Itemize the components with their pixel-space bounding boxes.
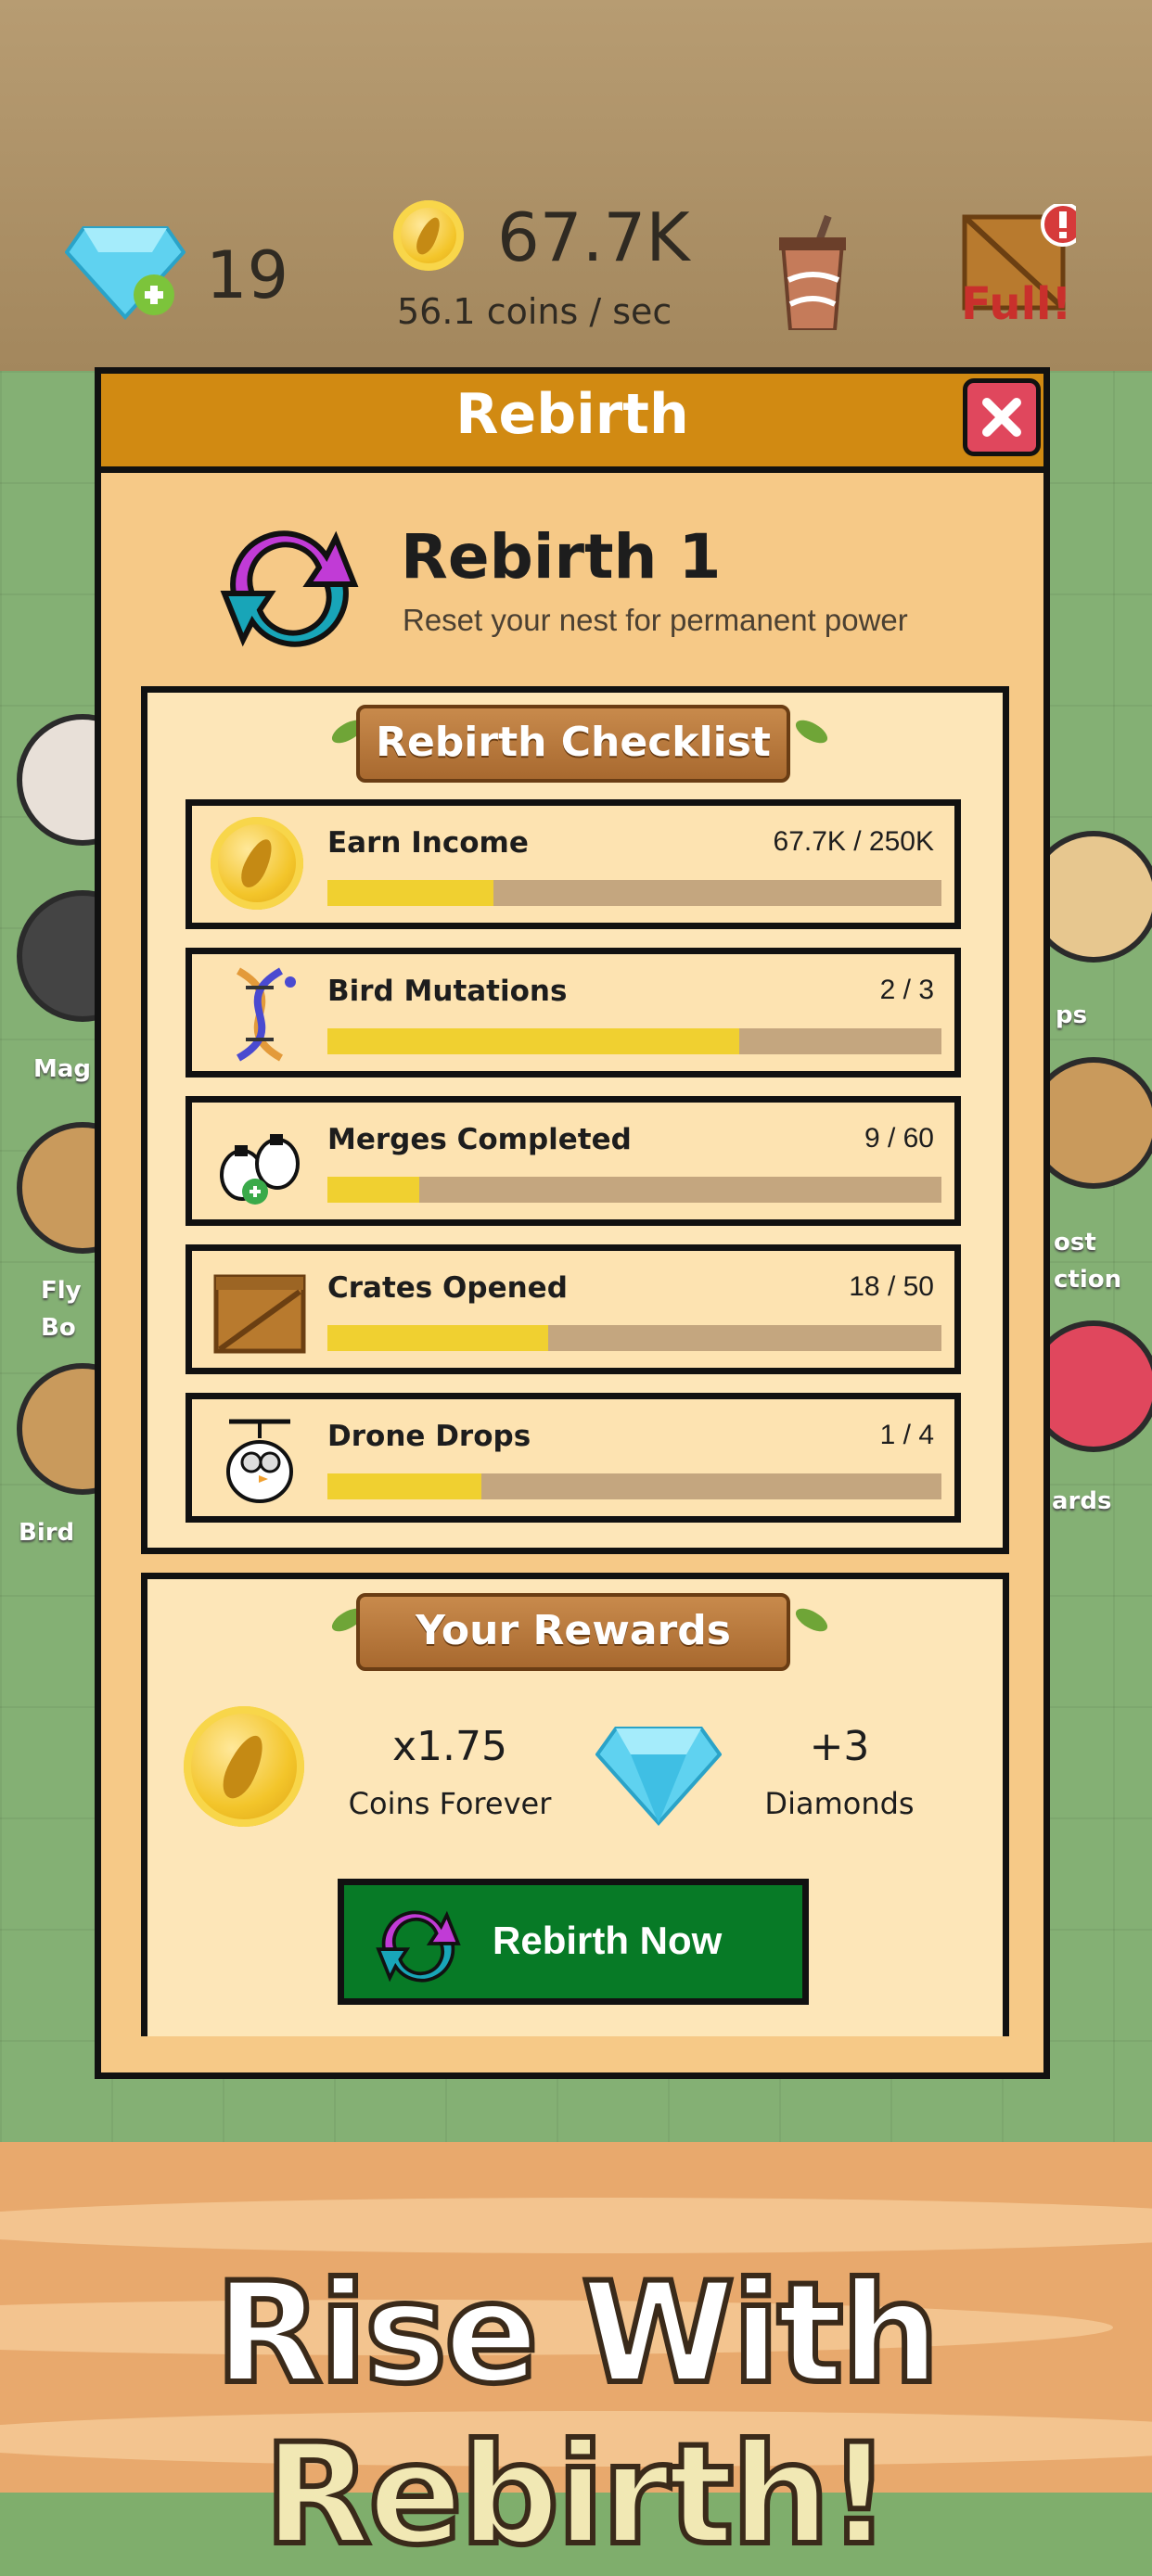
rebirth-subtitle: Reset your nest for permanent power [403,603,908,637]
side-label-bird: Bird [19,1519,75,1547]
rebirth-now-label: Rebirth Now [493,1919,723,1962]
coin-icon [211,817,309,915]
side-label-magnet: Mag [33,1055,92,1083]
tagline-part2: Rebirth! [262,2412,894,2576]
close-button[interactable] [963,378,1041,456]
checklist-row: Bird Mutations 2 / 3 [186,948,961,1078]
diamonds-amount: +3 [809,1723,870,1770]
checklist-item-label: Crates Opened [327,1271,568,1305]
rebirth-icon [215,519,364,649]
diamond-icon [64,219,186,321]
drink-icon[interactable] [777,214,848,332]
checklist-item-value: 1 / 4 [879,1420,934,1450]
diamonds-label: Diamonds [764,1786,915,1821]
diamond-count: 19 [206,237,289,313]
checklist-row: Merges Completed 9 / 60 [186,1096,961,1226]
coins-multiplier: x1.75 [391,1723,507,1770]
checklist-row: Earn Income 67.7K / 250K [186,799,961,929]
progress-fill [327,1028,739,1054]
merge-birds-icon [211,1114,309,1212]
drone-bird-icon [211,1410,309,1509]
checklist-item-label: Drone Drops [327,1420,531,1453]
side-label-rewards: ards [1052,1487,1112,1515]
progress-bar [327,1177,941,1203]
progress-bar [327,1473,941,1499]
progress-fill [327,880,493,906]
coins-forever-label: Coins Forever [348,1786,552,1821]
panel-title: Rebirth [455,382,689,447]
coin-reward-icon [184,1706,304,1827]
coin-icon [393,200,464,271]
promo-tagline: Rise With Rebirth! [0,2251,1152,2576]
diamond-reward-icon [595,1723,723,1827]
dna-icon [211,965,309,1064]
rebirth-now-button[interactable]: Rebirth Now [338,1879,809,2005]
checklist-item-value: 9 / 60 [864,1123,934,1154]
rebirth-icon [372,1904,465,1983]
checklist-item-label: Bird Mutations [327,975,568,1008]
progress-fill [327,1325,549,1351]
progress-bar [327,880,941,906]
checklist-item-value: 67.7K / 250K [773,826,934,857]
close-icon [982,398,1021,437]
progress-bar [327,1325,941,1351]
checklist-item-label: Earn Income [327,826,529,860]
checklist-item-value: 18 / 50 [849,1271,934,1302]
side-label-shops: ps [1056,1001,1088,1029]
checklist-row: Drone Drops 1 / 4 [186,1393,961,1523]
coins-rate: 56.1 coins / sec [397,291,672,332]
coin-count: 67.7K [497,198,690,276]
side-label-fly-boost: Fly Bo [41,1277,82,1342]
rewards-title: Your Rewards [356,1593,790,1671]
checklist-item-label: Merges Completed [327,1123,632,1156]
tagline-part1: Rise With [212,2251,943,2417]
checklist-title: Rebirth Checklist [356,705,790,783]
rebirth-level-heading: Rebirth 1 [401,521,722,593]
crate-status: Full! [961,278,1072,330]
crate-icon [211,1262,309,1360]
checklist-item-value: 2 / 3 [879,975,934,1005]
side-label-boost-collection: ost ction [1054,1229,1122,1294]
checklist-row: Crates Opened 18 / 50 [186,1244,961,1374]
progress-fill [327,1177,420,1203]
progress-fill [327,1473,481,1499]
progress-bar [327,1028,941,1054]
